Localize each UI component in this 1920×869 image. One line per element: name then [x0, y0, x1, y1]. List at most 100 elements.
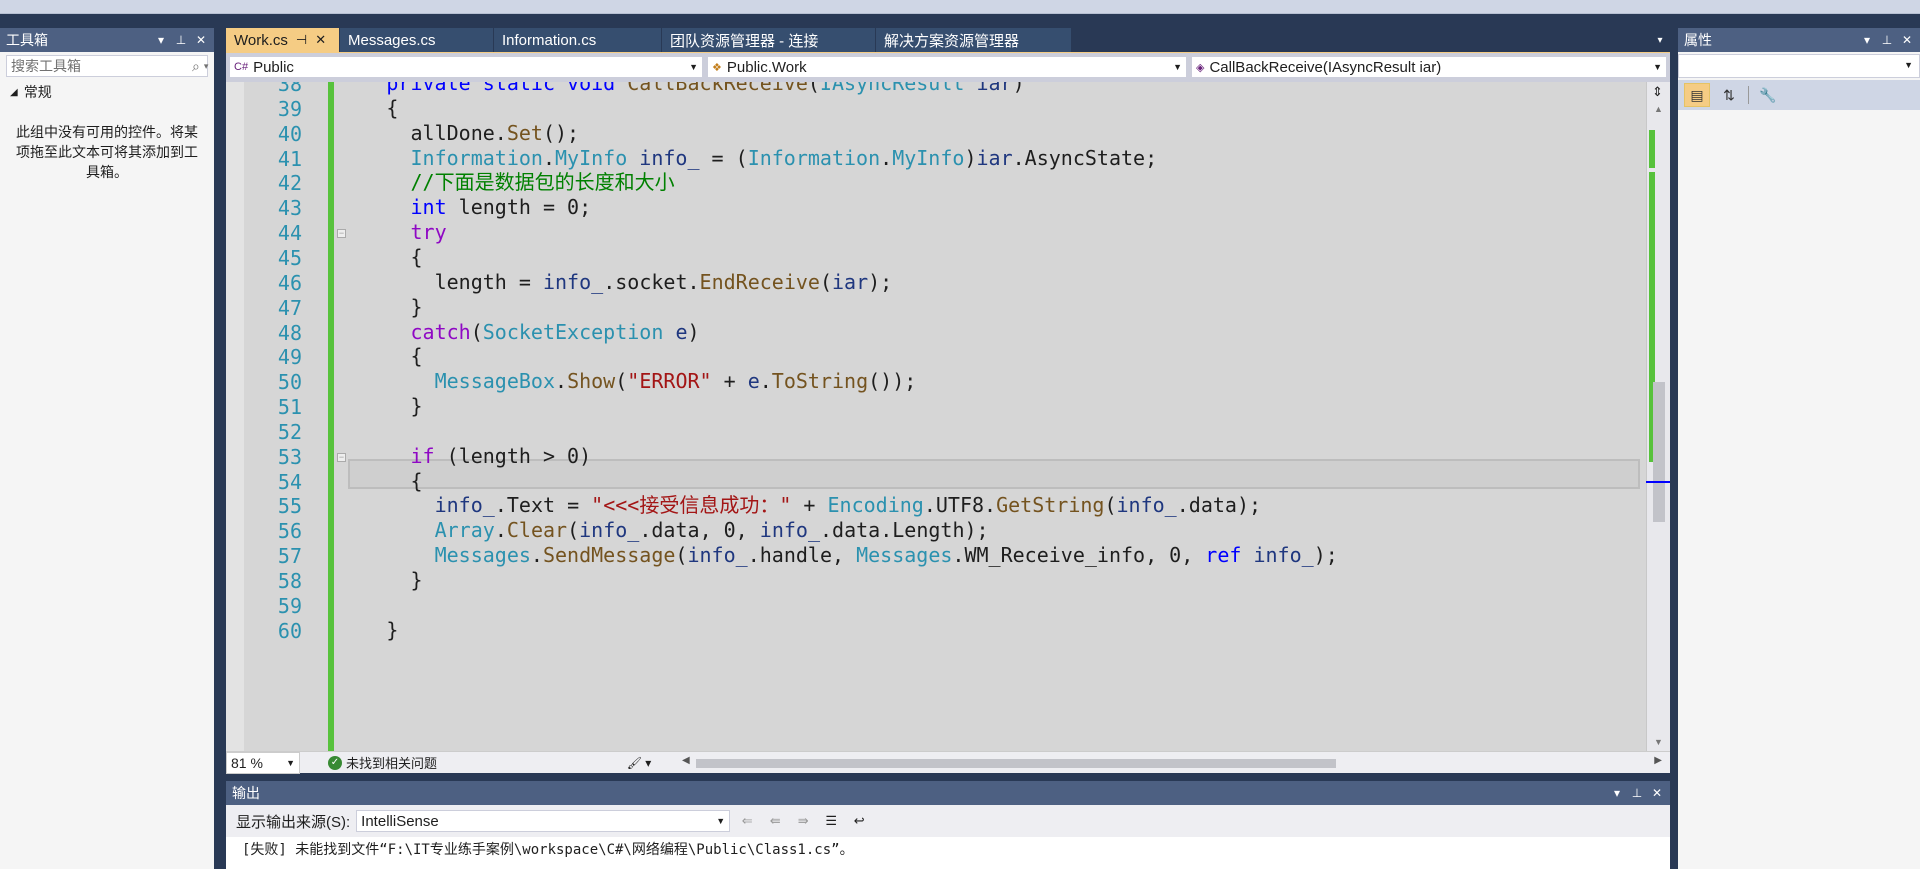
properties-object-dropdown[interactable]: ▼ — [1678, 54, 1920, 78]
dropdown-icon[interactable]: ▾ — [1860, 33, 1874, 47]
line-number: 46 — [277, 270, 302, 295]
output-panel: 输出 ▾ ⊥ ✕ 显示输出来源(S): IntelliSense ▼ ⇐ ⇚ ⇛… — [226, 781, 1670, 869]
split-icon[interactable]: ⇕ — [1652, 84, 1663, 100]
line-number: 42 — [277, 171, 302, 196]
properties-title: 属性 — [1684, 32, 1712, 48]
chevron-down-icon: ▼ — [689, 62, 698, 72]
code-lines[interactable]: private static void CallBackReceive(IAsy… — [348, 82, 1640, 751]
tab-team-explorer[interactable]: 团队资源管理器 - 连接 — [662, 28, 876, 52]
class-icon: ❖ — [712, 61, 722, 74]
tab-work-cs[interactable]: Work.cs ⊣ ✕ — [226, 28, 340, 52]
chevron-down-icon: ▼ — [1653, 62, 1662, 72]
output-text[interactable]: [失败] 未能找到文件“F:\IT专业练手案例\workspace\C#\网络编… — [226, 837, 1670, 869]
code-line[interactable]: { — [386, 93, 398, 123]
member-dropdown[interactable]: ◈ CallBackReceive(IAsyncResult iar) ▼ — [1191, 56, 1667, 78]
dropdown-icon[interactable]: ▾ — [154, 33, 168, 47]
close-icon[interactable]: ✕ — [1900, 33, 1914, 47]
collapse-icon[interactable]: − — [337, 229, 346, 239]
line-number: 43 — [277, 196, 302, 221]
output-source-value: IntelliSense — [361, 812, 439, 830]
code-line[interactable]: } — [411, 391, 423, 421]
scroll-right-icon[interactable]: ▶ — [1654, 755, 1662, 766]
code-line[interactable]: MessageBox.Show("ERROR" + e.ToString()); — [435, 366, 917, 396]
line-number: 57 — [277, 544, 302, 569]
code-line[interactable]: if (length > 0) — [411, 441, 592, 471]
dropdown-icon[interactable]: ▾ — [1610, 786, 1624, 800]
line-number: 48 — [277, 320, 302, 345]
tab-solution-explorer[interactable]: 解决方案资源管理器 — [876, 28, 1072, 52]
word-wrap-icon[interactable]: ↩ — [848, 810, 870, 832]
previous-message-icon[interactable]: ⇚ — [764, 810, 786, 832]
code-line[interactable]: length = info_.socket.EndReceive(iar); — [435, 267, 893, 297]
code-line[interactable]: { — [411, 242, 423, 272]
zoom-dropdown[interactable]: 81 % ▼ — [226, 751, 300, 774]
line-number: 53 — [277, 444, 302, 469]
output-title: 输出 — [232, 785, 260, 801]
scroll-up-icon[interactable]: ▲ — [1654, 104, 1663, 114]
vertical-scrollbar[interactable]: ⇕ ▲ ▼ — [1646, 82, 1670, 751]
pin-icon[interactable]: ⊥ — [1630, 786, 1644, 800]
tab-label: 解决方案资源管理器 — [884, 32, 1020, 50]
code-text-area[interactable]: 38 39 40 41 42 43 44 45 46 47 48 49 50 51 52 53 54 55 56 57… — [226, 82, 1670, 751]
method-icon: ◈ — [1196, 61, 1205, 74]
toolbox-panel: 工具箱 ▾ ⊥ ✕ ⌕ ▾ ◢ 常规 此组中没有可用的控件。将某项拖至此文本可将… — [0, 28, 218, 869]
line-numbers: 38 39 40 41 42 43 44 45 46 47 48 49 50 51 52 53 54 55 56 57… — [244, 82, 322, 751]
code-line[interactable]: } — [411, 565, 423, 595]
next-message-icon[interactable]: ⇛ — [792, 810, 814, 832]
line-number: 41 — [277, 146, 302, 171]
code-line[interactable]: { — [411, 341, 423, 371]
pin-icon[interactable]: ⊥ — [1880, 33, 1894, 47]
code-line[interactable]: private static void CallBackReceive(IAsy… — [386, 82, 1024, 98]
clear-all-icon[interactable]: ☰ — [820, 810, 842, 832]
code-line[interactable]: catch(SocketException e) — [411, 317, 700, 347]
line-number: 40 — [277, 121, 302, 146]
line-number: 56 — [277, 519, 302, 544]
line-number: 58 — [277, 569, 302, 593]
pin-icon[interactable]: ⊣ — [296, 32, 307, 48]
scrollbar-thumb[interactable] — [1653, 382, 1665, 522]
toolbox-group-general[interactable]: ◢ 常规 — [0, 80, 214, 104]
close-icon[interactable]: ✕ — [315, 32, 326, 48]
zoom-value: 81 % — [231, 754, 263, 771]
tab-messages-cs[interactable]: Messages.cs — [340, 28, 494, 52]
line-number: 52 — [277, 419, 302, 444]
tab-overflow-icon[interactable]: ▾ — [1650, 28, 1670, 52]
glyph-margin — [226, 82, 244, 751]
change-tracking-bar — [328, 82, 334, 751]
search-icon[interactable]: ⌕ — [192, 58, 200, 75]
caret-position-marker — [1646, 481, 1670, 483]
scrollbar-thumb[interactable] — [696, 758, 1336, 768]
scroll-left-icon[interactable]: ◀ — [682, 755, 690, 766]
project-dropdown[interactable]: C# Public ▼ — [229, 56, 703, 78]
tab-information-cs[interactable]: Information.cs — [494, 28, 662, 52]
toolbox-search-input[interactable] — [11, 58, 192, 74]
code-line[interactable]: Messages.SendMessage(info_.handle, Messa… — [435, 540, 1338, 570]
navigation-bar: C# Public ▼ ❖ Public.Work ▼ ◈ CallBackRe… — [226, 52, 1670, 82]
scroll-down-icon[interactable]: ▼ — [1654, 737, 1663, 747]
member-dropdown-value: CallBackReceive(IAsyncResult iar) — [1209, 58, 1442, 76]
close-icon[interactable]: ✕ — [194, 33, 208, 47]
type-dropdown[interactable]: ❖ Public.Work ▼ — [707, 56, 1187, 78]
type-dropdown-value: Public.Work — [726, 58, 807, 76]
collapse-triangle-icon: ◢ — [10, 86, 18, 98]
toolbox-search[interactable]: ⌕ ▾ — [6, 55, 208, 77]
categorized-icon[interactable]: ▤ — [1684, 83, 1710, 107]
wrench-icon[interactable]: 🔧 — [1755, 83, 1781, 107]
alphabetical-icon[interactable]: ⇅ — [1716, 83, 1742, 107]
code-line[interactable]: { — [411, 466, 423, 496]
code-line[interactable]: } — [386, 615, 398, 645]
output-source-dropdown[interactable]: IntelliSense ▼ — [356, 810, 731, 832]
tab-label: Work.cs — [234, 31, 288, 49]
issues-indicator[interactable]: ✓ 未找到相关问题 — [300, 753, 604, 772]
code-cleanup-icon[interactable]: 🖌 ▾ — [604, 756, 674, 770]
chevron-down-icon[interactable]: ▾ — [204, 61, 209, 72]
go-to-message-icon[interactable]: ⇐ — [736, 810, 758, 832]
close-icon[interactable]: ✕ — [1650, 786, 1664, 800]
tab-label: 团队资源管理器 - 连接 — [670, 32, 819, 50]
line-number: 51 — [277, 395, 302, 420]
collapse-icon[interactable]: − — [337, 452, 346, 462]
horizontal-scrollbar[interactable]: ◀ ▶ — [682, 755, 1662, 771]
line-number: 50 — [277, 370, 302, 395]
pin-icon[interactable]: ⊥ — [174, 33, 188, 47]
tab-label: Information.cs — [502, 31, 597, 49]
